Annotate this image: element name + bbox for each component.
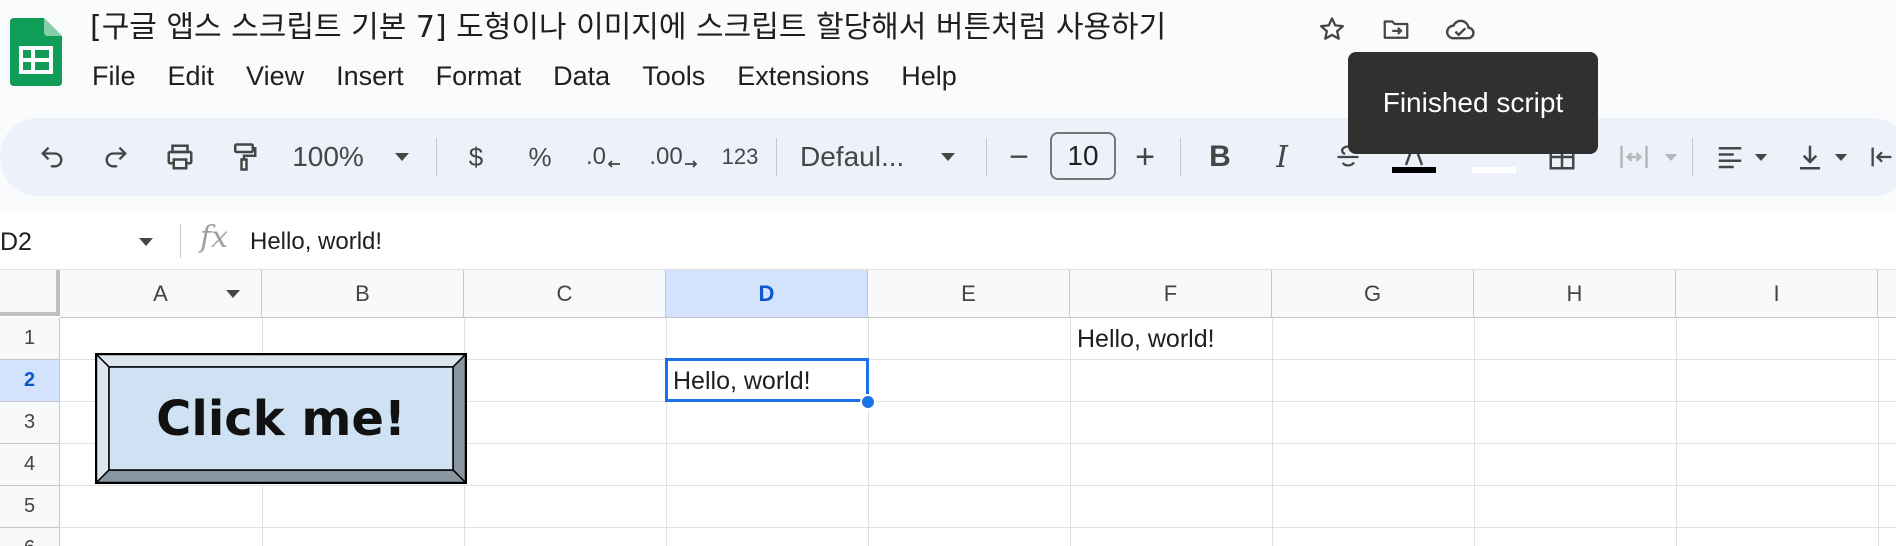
column-header-f[interactable]: F bbox=[1070, 270, 1272, 318]
column-header-b[interactable]: B bbox=[262, 270, 464, 318]
drawing-label: Click me! bbox=[156, 390, 406, 447]
document-title[interactable]: [구글 앱스 스크립트 기본 7] 도형이나 이미지에 스크립트 할당해서 버튼… bbox=[90, 8, 1166, 48]
script-status-tooltip: Finished script bbox=[1348, 52, 1598, 154]
column-header-d[interactable]: D bbox=[666, 270, 868, 318]
toolbar-divider bbox=[776, 138, 777, 176]
font-size-input[interactable]: 10 bbox=[1050, 132, 1116, 180]
text-wrapping-icon[interactable] bbox=[1868, 118, 1896, 196]
title-icons bbox=[1315, 12, 1477, 46]
column-menu-icon[interactable] bbox=[225, 289, 241, 299]
toolbar-divider bbox=[1692, 138, 1693, 176]
gridline bbox=[60, 485, 1896, 486]
menu-format[interactable]: Format bbox=[424, 56, 534, 96]
gridline bbox=[1878, 318, 1879, 546]
move-to-folder-icon[interactable] bbox=[1379, 12, 1413, 46]
star-icon[interactable] bbox=[1315, 12, 1349, 46]
row-header-4[interactable]: 4 bbox=[0, 444, 60, 486]
menu-help[interactable]: Help bbox=[889, 56, 969, 96]
column-header-e[interactable]: E bbox=[868, 270, 1070, 318]
font-select[interactable]: Defaul... bbox=[800, 118, 920, 196]
toolbar-divider bbox=[436, 138, 437, 176]
spreadsheet-app: [구글 앱스 스크립트 기본 7] 도형이나 이미지에 스크립트 할당해서 버튼… bbox=[0, 0, 1896, 546]
column-header-g[interactable]: G bbox=[1272, 270, 1474, 318]
gridline bbox=[1676, 318, 1677, 546]
vertical-align-dropdown-icon[interactable] bbox=[1832, 118, 1850, 196]
increase-font-size-button[interactable]: + bbox=[1128, 118, 1162, 196]
gridline bbox=[666, 318, 667, 546]
fill-handle[interactable] bbox=[860, 394, 876, 410]
vertical-align-icon[interactable] bbox=[1790, 118, 1830, 196]
print-icon[interactable] bbox=[158, 118, 202, 196]
formula-bar: D2 fx Hello, world! bbox=[0, 212, 1896, 270]
formula-input[interactable]: Hello, world! bbox=[250, 222, 382, 262]
column-label: A bbox=[153, 280, 168, 306]
zoom-select[interactable]: 100% bbox=[288, 118, 368, 196]
menu-view[interactable]: View bbox=[234, 56, 316, 96]
name-box-dropdown-icon[interactable] bbox=[138, 234, 154, 252]
horizontal-align-icon[interactable] bbox=[1710, 118, 1750, 196]
increase-decimal-button[interactable]: .00 bbox=[646, 118, 702, 196]
row-header-2[interactable]: 2 bbox=[0, 360, 60, 402]
click-me-drawing-button[interactable]: Click me! bbox=[93, 351, 469, 486]
menu-tools[interactable]: Tools bbox=[630, 56, 717, 96]
menu-edit[interactable]: Edit bbox=[156, 56, 227, 96]
menu-data[interactable]: Data bbox=[541, 56, 622, 96]
redo-icon[interactable] bbox=[94, 118, 138, 196]
column-header-h[interactable]: H bbox=[1474, 270, 1676, 318]
font-dropdown-icon[interactable] bbox=[936, 118, 960, 196]
menu-bar: File Edit View Insert Format Data Tools … bbox=[80, 56, 977, 96]
menu-insert[interactable]: Insert bbox=[324, 56, 416, 96]
cell-f1[interactable]: Hello, world! bbox=[1070, 319, 1215, 359]
gridline bbox=[1272, 318, 1273, 546]
active-cell-border bbox=[665, 358, 869, 402]
bold-button[interactable]: B bbox=[1200, 118, 1240, 196]
gridline bbox=[868, 318, 869, 546]
gridline bbox=[1474, 318, 1475, 546]
column-header-c[interactable]: C bbox=[464, 270, 666, 318]
undo-icon[interactable] bbox=[30, 118, 74, 196]
decrease-font-size-button[interactable]: − bbox=[1002, 118, 1036, 196]
row-header-1[interactable]: 1 bbox=[0, 318, 60, 360]
menu-extensions[interactable]: Extensions bbox=[725, 56, 881, 96]
merge-dropdown-icon[interactable] bbox=[1662, 118, 1680, 196]
column-header-next[interactable] bbox=[1878, 270, 1896, 318]
decrease-decimal-label: .0 bbox=[585, 143, 606, 170]
italic-button[interactable]: I bbox=[1262, 118, 1302, 196]
row-header-3[interactable]: 3 bbox=[0, 402, 60, 444]
increase-decimal-label: .00 bbox=[649, 143, 683, 170]
formula-bar-divider bbox=[180, 224, 181, 258]
merge-cells-icon[interactable] bbox=[1610, 118, 1658, 196]
toolbar-divider bbox=[986, 138, 987, 176]
sheets-logo-icon[interactable] bbox=[10, 18, 62, 86]
row-header-5[interactable]: 5 bbox=[0, 486, 60, 528]
toolbar-divider bbox=[1180, 138, 1181, 176]
gridline bbox=[60, 527, 1896, 528]
zoom-dropdown-icon[interactable] bbox=[390, 118, 414, 196]
cloud-saved-icon[interactable] bbox=[1443, 12, 1477, 46]
percent-format-button[interactable]: % bbox=[520, 118, 560, 196]
column-header-i[interactable]: I bbox=[1676, 270, 1878, 318]
more-formats-button[interactable]: 123 bbox=[712, 118, 768, 196]
fx-icon: fx bbox=[200, 220, 229, 255]
menu-file[interactable]: File bbox=[80, 56, 148, 96]
toolbar: 100% $ % .0 .00 123 Defaul... − 10 + B I bbox=[0, 118, 1896, 196]
select-all-corner[interactable] bbox=[0, 270, 60, 316]
column-header-a[interactable]: A bbox=[60, 270, 262, 318]
decrease-decimal-button[interactable]: .0 bbox=[580, 118, 628, 196]
paint-format-icon[interactable] bbox=[222, 118, 266, 196]
row-header-6[interactable]: 6 bbox=[0, 528, 60, 546]
align-dropdown-icon[interactable] bbox=[1752, 118, 1770, 196]
currency-format-button[interactable]: $ bbox=[458, 118, 494, 196]
